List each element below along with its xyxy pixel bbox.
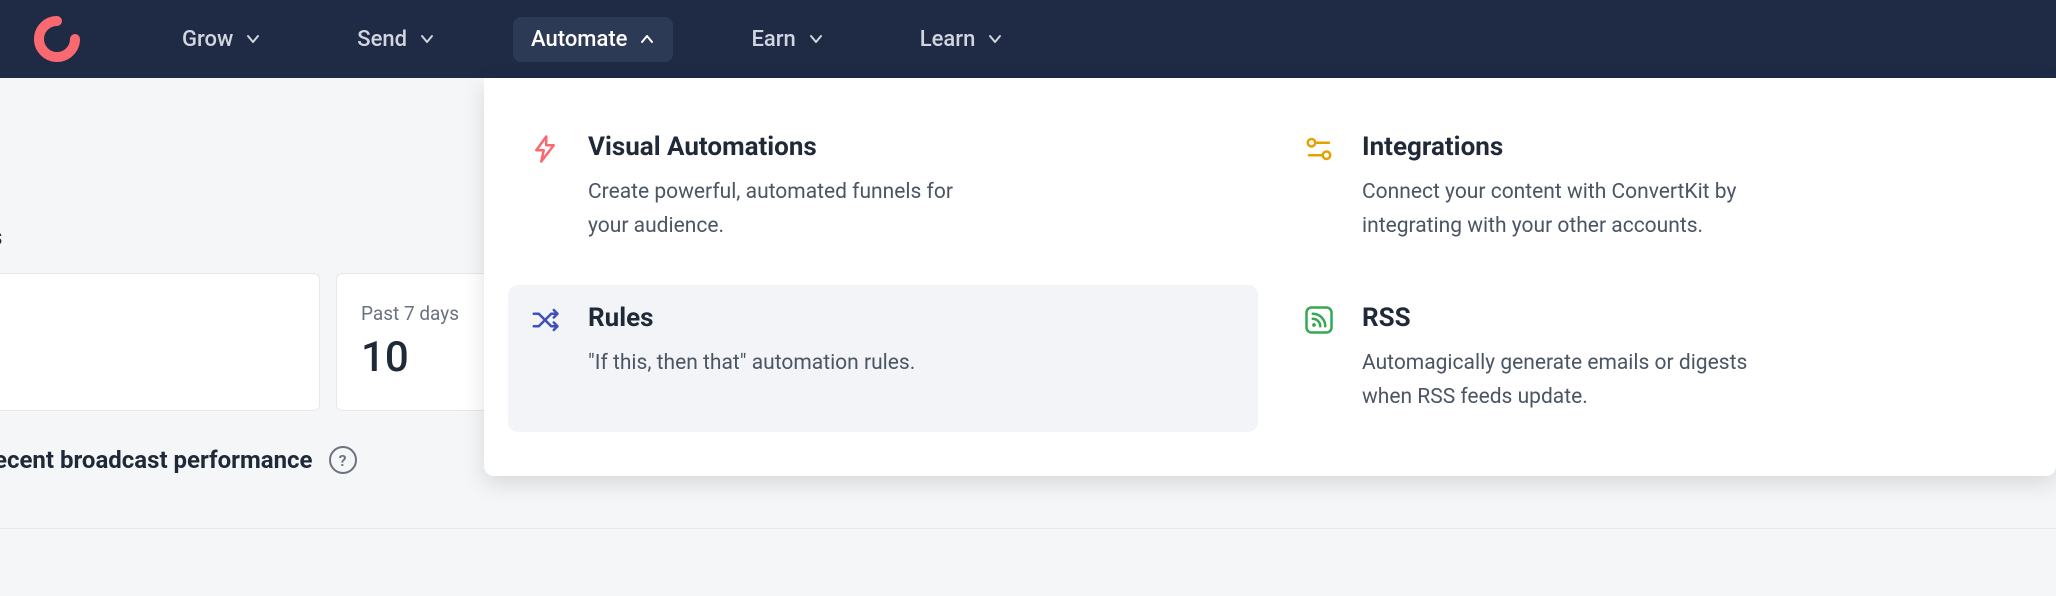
dropdown-rules[interactable]: Rules "If this, then that" automation ru… (508, 285, 1258, 432)
divider (0, 528, 2056, 529)
integrations-icon (1304, 134, 1338, 168)
rss-icon (1304, 305, 1338, 339)
nav-earn[interactable]: Earn (733, 17, 841, 62)
chevron-down-icon (245, 31, 261, 47)
nav-label: Earn (751, 27, 795, 52)
nav-label: Learn (920, 27, 976, 52)
dropdown-item-desc: Create powerful, automated funnels for y… (588, 176, 998, 243)
lightning-icon (530, 134, 564, 168)
nav-send[interactable]: Send (339, 17, 453, 62)
dropdown-item-title: RSS (1362, 303, 1772, 333)
nav-grow[interactable]: Grow (164, 17, 279, 62)
dropdown-item-title: Integrations (1362, 132, 1772, 162)
logo-icon (30, 12, 84, 66)
dropdown-rss[interactable]: RSS Automagically generate emails or dig… (1282, 285, 2032, 432)
nav-automate[interactable]: Automate (513, 17, 673, 62)
dropdown-text: RSS Automagically generate emails or dig… (1362, 303, 1772, 414)
logo[interactable] (30, 12, 84, 66)
section-title-fragment: s (0, 223, 2, 251)
dropdown-text: Integrations Connect your content with C… (1362, 132, 1772, 243)
stat-label: Past 7 days (361, 302, 491, 325)
chevron-down-icon (419, 31, 435, 47)
dropdown-integrations[interactable]: Integrations Connect your content with C… (1282, 114, 2032, 261)
chevron-down-icon (808, 31, 824, 47)
automate-dropdown: Visual Automations Create powerful, auto… (484, 78, 2056, 476)
dropdown-item-desc: "If this, then that" automation rules. (588, 347, 915, 381)
dropdown-text: Visual Automations Create powerful, auto… (588, 132, 998, 243)
broadcast-title: ecent broadcast performance (0, 446, 313, 474)
nav-label: Send (357, 27, 407, 52)
nav-label: Grow (182, 27, 233, 52)
dropdown-item-desc: Automagically generate emails or digests… (1362, 347, 1772, 414)
stat-value: 10 (361, 333, 491, 382)
chevron-down-icon (987, 31, 1003, 47)
nav-items: Grow Send Automate Earn Learn (164, 17, 1021, 62)
dropdown-item-title: Rules (588, 303, 915, 333)
top-nav: Grow Send Automate Earn Learn (0, 0, 2056, 78)
dropdown-text: Rules "If this, then that" automation ru… (588, 303, 915, 414)
chevron-up-icon (639, 31, 655, 47)
help-icon[interactable]: ? (329, 446, 357, 474)
broadcast-section-header: ecent broadcast performance ? (0, 446, 357, 474)
shuffle-icon (530, 305, 564, 339)
dropdown-visual-automations[interactable]: Visual Automations Create powerful, auto… (508, 114, 1258, 261)
dropdown-item-desc: Connect your content with ConvertKit by … (1362, 176, 1772, 243)
stat-card (0, 273, 320, 411)
nav-learn[interactable]: Learn (902, 17, 1022, 62)
dropdown-item-title: Visual Automations (588, 132, 998, 162)
nav-label: Automate (531, 27, 627, 52)
